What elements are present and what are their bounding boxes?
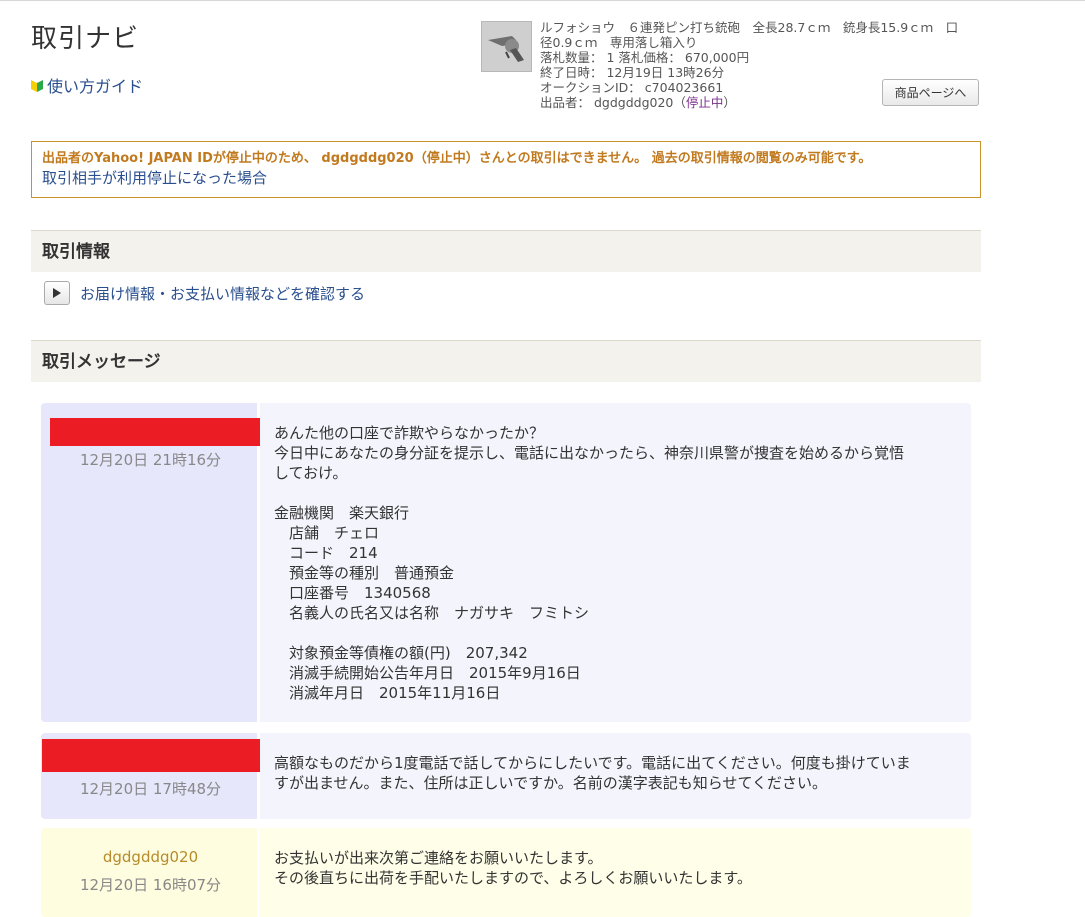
item-thumbnail[interactable] [481,21,532,72]
seller-suffix: ） [723,95,736,110]
message-timestamp: 12月20日 17時48分 [79,780,222,798]
message-body: あんた他の口座で詐欺やらなかったか？ 今日中にあなたの身分証を提示し、電話に出な… [260,403,971,722]
trade-messages-heading: 取引メッセージ [31,340,981,382]
message-text: 高額なものだから1度電話で話してからにしたいです。電話に出てください。何度も掛け… [274,754,911,792]
message-timestamp: 12月20日 21時16分 [79,451,222,469]
usage-guide-link[interactable]: 使い方ガイド [30,73,143,97]
message-body: お支払いが出来次第ご連絡をお願いいたします。 その後直ちに出荷を手配いたしますの… [260,828,971,917]
redacted-sender [50,418,260,446]
item-name-line1: ルフォショウ ６連発ピン打ち銃砲 全長28.7ｃｍ 銃身長15.9ｃｍ 口 [540,20,959,35]
trade-info-heading: 取引情報 [31,230,981,272]
expand-button[interactable] [44,281,70,305]
message-text: あんた他の口座で詐欺やらなかったか？ 今日中にあなたの身分証を提示し、電話に出な… [274,424,905,702]
suspension-warning: 出品者のYahoo! JAPAN IDが停止中のため、 dgdgddg020（停… [42,151,872,166]
beginner-mark-icon [31,79,43,92]
page-title: 取引ナビ [31,24,140,54]
item-page-button[interactable]: 商品ページへ [882,79,979,106]
revolver-image [482,22,531,71]
redacted-sender [42,739,260,772]
item-quantity-price: 落札数量： 1 落札価格： 670,000円 [540,50,750,65]
item-name-line2: 径0.9ｃｍ 専用落し箱入り [540,35,698,50]
message-item: 12月20日 21時16分 あんた他の口座で詐欺やらなかったか？ 今日中にあなた… [41,403,971,722]
seller-prefix: 出品者： dgdgddg020（ [540,95,686,110]
message-body: 高額なものだから1度電話で話してからにしたいです。電話に出てください。何度も掛け… [260,733,971,819]
message-item: 12月20日 17時48分 高額なものだから1度電話で話してからにしたいです。電… [41,733,971,819]
usage-guide-label: 使い方ガイド [47,77,144,96]
message-meta: 12月20日 21時16分 [41,403,260,722]
top-border [0,0,1085,1]
trade-info-link[interactable]: お届け情報・お支払い情報などを確認する [80,283,365,304]
suspension-notice: 出品者のYahoo! JAPAN IDが停止中のため、 dgdgddg020（停… [31,141,981,198]
play-icon [53,288,61,298]
item-end-time: 終了日時： 12月19日 13時26分 [540,65,725,80]
message-meta: dgdgddg020 12月20日 16時07分 [41,828,260,917]
message-meta: 12月20日 17時48分 [41,733,260,819]
seller-status[interactable]: 停止中 [686,95,724,110]
message-sender: dgdgddg020 [102,848,199,866]
message-timestamp: 12月20日 16時07分 [79,876,222,894]
message-text: お支払いが出来次第ご連絡をお願いいたします。 その後直ちに出荷を手配いたしますの… [274,849,752,887]
message-item: dgdgddg020 12月20日 16時07分 お支払いが出来次第ご連絡をお願… [41,828,971,917]
suspension-help-link[interactable]: 取引相手が利用停止になった場合 [42,168,970,188]
trade-info-row[interactable]: お届け情報・お支払い情報などを確認する [44,281,365,305]
